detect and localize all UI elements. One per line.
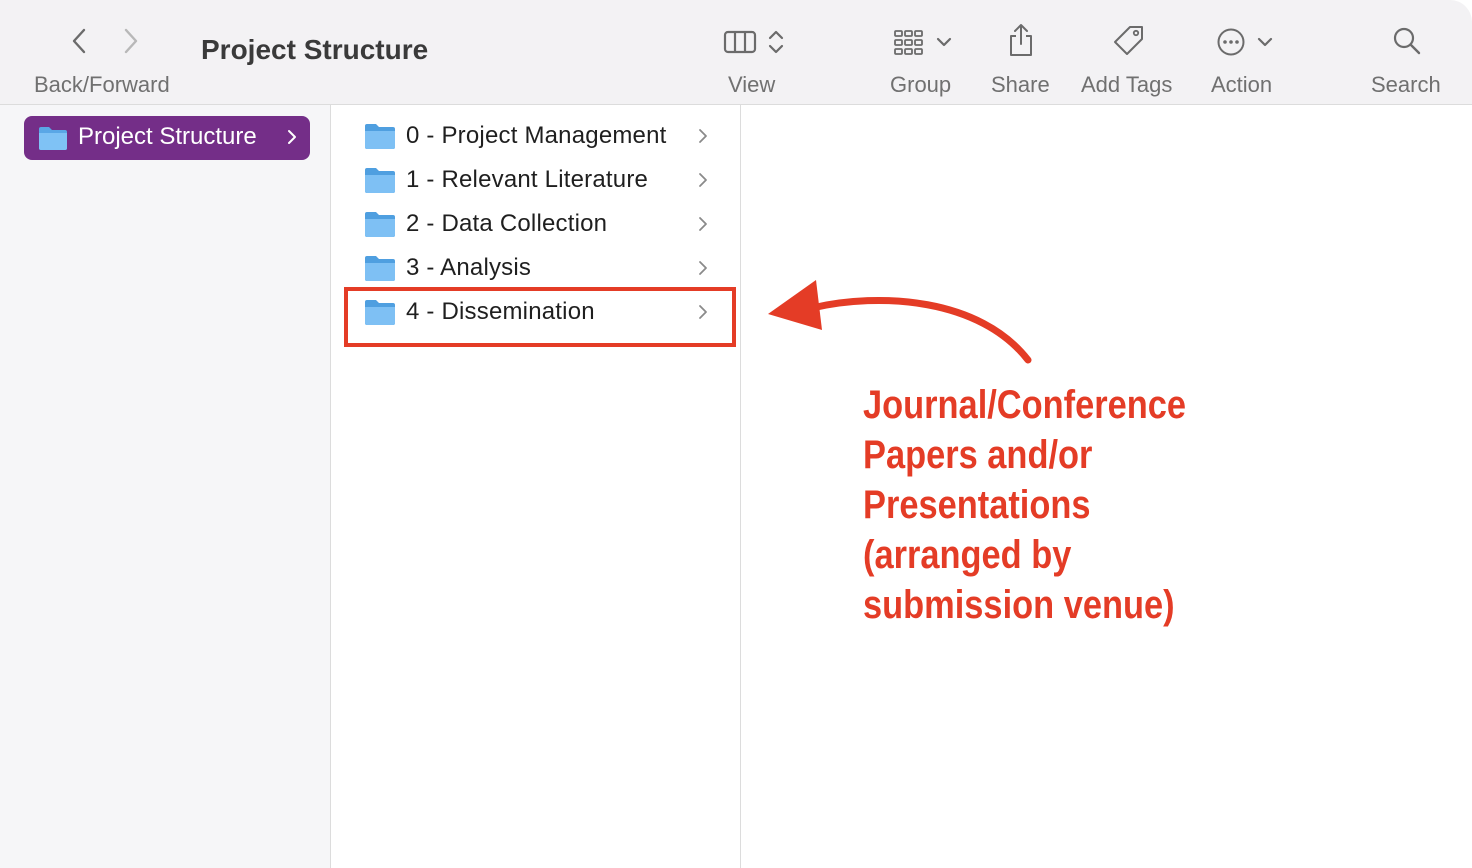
sidebar bbox=[0, 105, 331, 868]
list-item[interactable]: 2 - Data Collection bbox=[364, 206, 724, 246]
annotation-arrow-icon bbox=[768, 280, 1032, 364]
up-down-chevron-icon[interactable] bbox=[766, 28, 786, 56]
sidebar-item-label: Project Structure bbox=[78, 123, 257, 150]
annotation-line: Papers and/or bbox=[863, 433, 1093, 477]
group-grid-icon[interactable] bbox=[893, 28, 925, 56]
add-tags-label: Add Tags bbox=[1081, 72, 1173, 97]
toolbar: Back/Forward Project Structure View Grou… bbox=[0, 0, 1472, 105]
search-label: Search bbox=[1371, 72, 1441, 97]
share-label: Share bbox=[991, 72, 1050, 97]
list-item[interactable]: 3 - Analysis bbox=[364, 250, 724, 290]
annotation-line: (arranged by bbox=[863, 533, 1072, 577]
chevron-right-icon bbox=[697, 215, 709, 233]
ellipsis-circle-icon[interactable] bbox=[1216, 27, 1246, 57]
folder-label: 0 - Project Management bbox=[406, 122, 667, 149]
chevron-down-icon[interactable] bbox=[934, 32, 954, 52]
group-label: Group bbox=[890, 72, 952, 97]
annotation-line: Presentations bbox=[863, 483, 1091, 527]
action-label: Action bbox=[1211, 72, 1273, 97]
folder-icon bbox=[364, 254, 396, 282]
view-label: View bbox=[728, 72, 776, 97]
folder-icon bbox=[38, 125, 68, 151]
search-icon[interactable] bbox=[1392, 26, 1422, 56]
folder-icon bbox=[364, 166, 396, 194]
chevron-left-icon[interactable] bbox=[68, 26, 92, 56]
window-title: Project Structure bbox=[201, 34, 429, 65]
list-item[interactable]: 0 - Project Management bbox=[364, 118, 724, 158]
chevron-right-icon bbox=[697, 259, 709, 277]
highlight-box bbox=[344, 287, 736, 347]
chevron-right-icon[interactable] bbox=[118, 26, 142, 56]
chevron-right-icon bbox=[697, 171, 709, 189]
folder-label: 3 - Analysis bbox=[406, 254, 532, 281]
tag-icon[interactable] bbox=[1112, 24, 1146, 58]
list-item[interactable]: 1 - Relevant Literature bbox=[364, 162, 724, 202]
share-icon[interactable] bbox=[1007, 22, 1035, 58]
chevron-right-icon bbox=[697, 127, 709, 145]
folder-label: 1 - Relevant Literature bbox=[406, 166, 649, 193]
annotation-line: submission venue) bbox=[863, 583, 1175, 627]
sidebar-item-project-structure[interactable]: Project Structure bbox=[24, 116, 310, 160]
annotation-line: Journal/Conference bbox=[863, 383, 1187, 427]
annotation-text: Journal/Conference Papers and/or Present… bbox=[863, 380, 1283, 630]
folder-label: 2 - Data Collection bbox=[406, 210, 608, 237]
folder-icon bbox=[364, 210, 396, 238]
chevron-right-icon bbox=[286, 128, 298, 146]
chevron-down-icon[interactable] bbox=[1255, 32, 1275, 52]
folder-icon bbox=[364, 122, 396, 150]
column-view-icon[interactable] bbox=[723, 29, 757, 55]
back-forward-label: Back/Forward bbox=[34, 72, 170, 97]
